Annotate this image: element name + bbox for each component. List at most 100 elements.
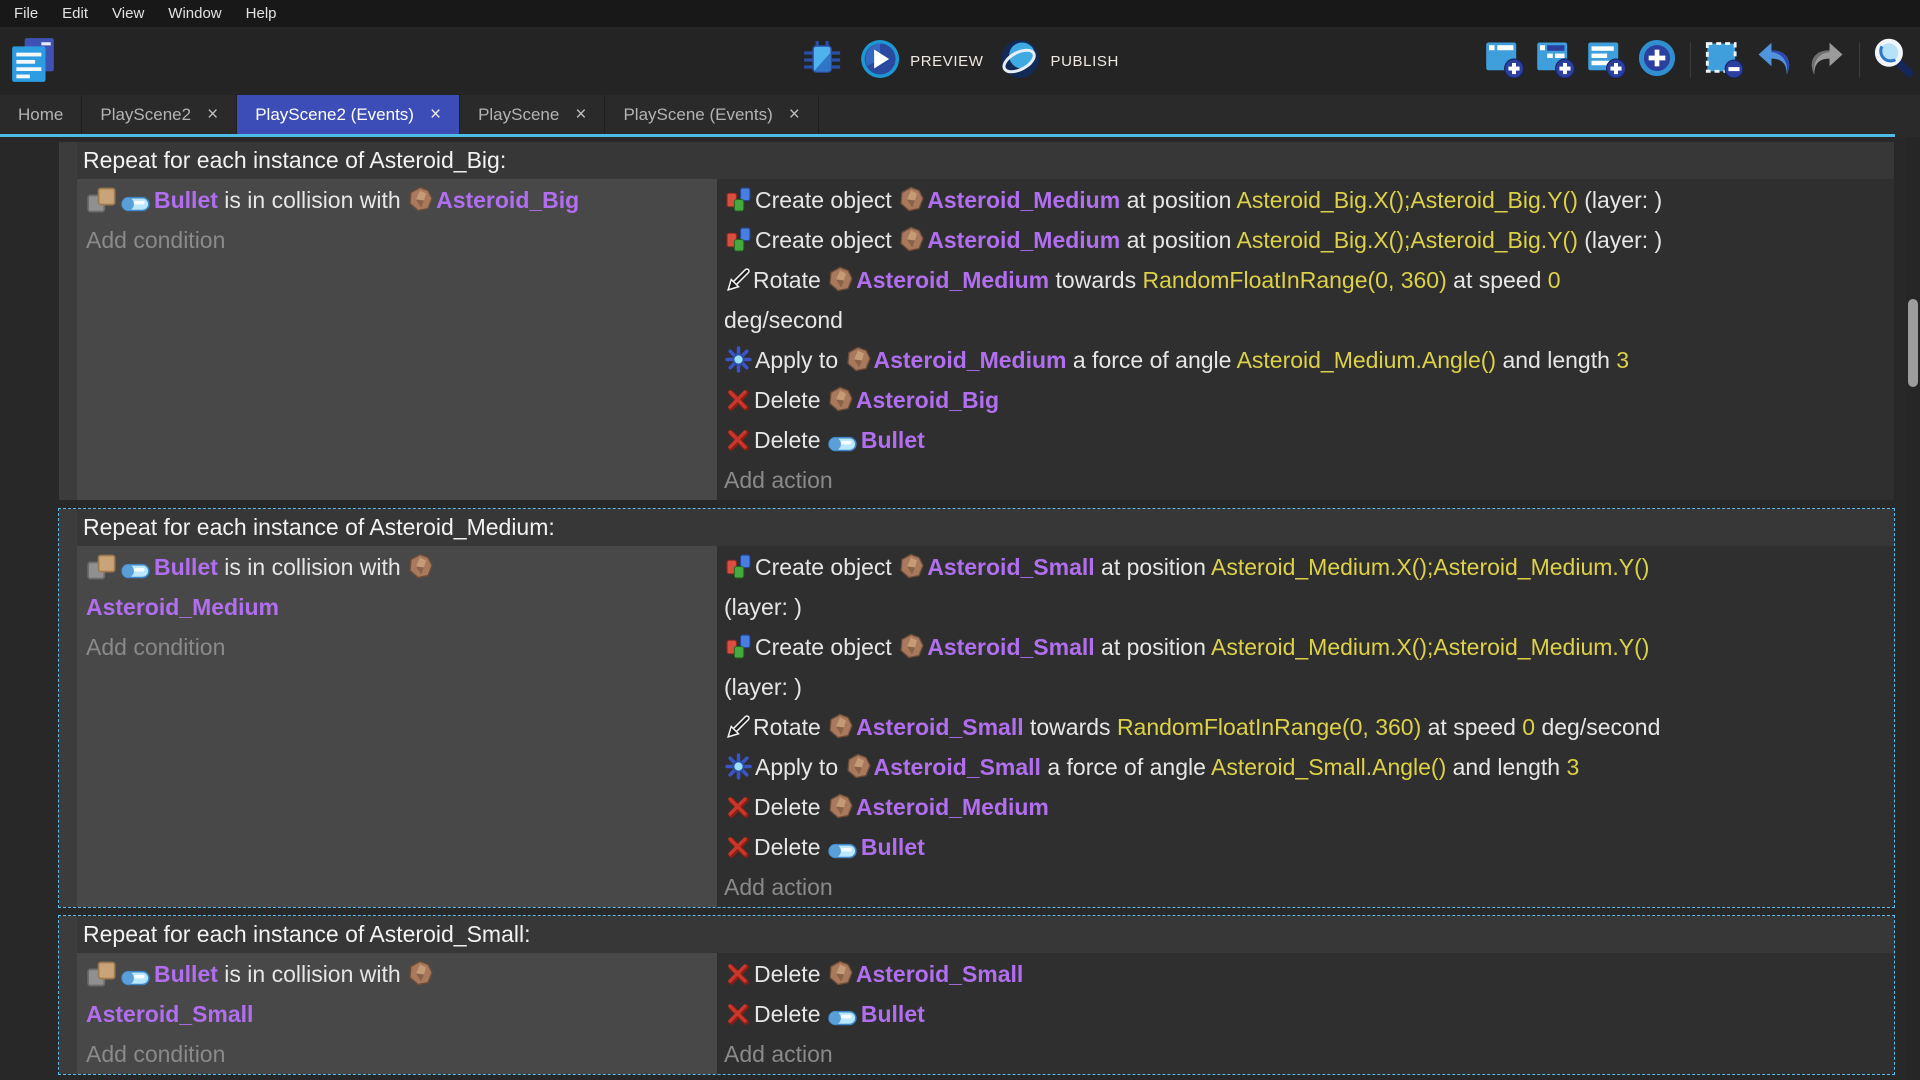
action-row[interactable]: Delete Bullet <box>717 420 1894 460</box>
event-block[interactable]: Repeat for each instance of Asteroid_Big… <box>58 141 1895 501</box>
event-drag-handle[interactable] <box>59 916 77 1074</box>
action-row[interactable]: Apply to Asteroid_Medium a force of angl… <box>717 340 1894 380</box>
action-row[interactable]: Create object Asteroid_Small at position… <box>717 627 1894 707</box>
event-drag-handle[interactable] <box>59 509 77 907</box>
menu-item-edit[interactable]: Edit <box>50 0 100 27</box>
event-body: Bullet is in collision with Asteroid_Sma… <box>77 953 1894 1074</box>
event-block[interactable]: Repeat for each instance of Asteroid_Sma… <box>58 915 1895 1075</box>
create-object-icon <box>725 633 752 660</box>
sentence-text: Delete <box>754 427 827 453</box>
redo-button[interactable] <box>1805 39 1847 81</box>
expression-parameter: 0 <box>1548 267 1561 293</box>
tab-close-icon[interactable]: × <box>789 105 800 124</box>
action-row[interactable]: Delete Bullet <box>717 994 1894 1034</box>
preview-button[interactable]: PREVIEW <box>859 38 983 85</box>
sentence-text: Delete <box>754 1001 827 1027</box>
collision-icon <box>87 187 117 213</box>
tab-home[interactable]: Home <box>0 95 82 134</box>
project-manager-button[interactable] <box>8 35 58 87</box>
sentence-text: (layer: ) <box>1578 187 1662 213</box>
sentence-text: deg/second <box>724 307 843 333</box>
action-row[interactable]: Rotate Asteroid_Small towards RandomFloa… <box>717 707 1894 747</box>
add-action-link[interactable]: Add action <box>717 867 1894 907</box>
event-drag-handle[interactable] <box>59 142 77 500</box>
asteroid-icon <box>408 186 433 213</box>
add-subevent-button[interactable] <box>1534 39 1576 81</box>
tab-playscene[interactable]: PlayScene× <box>460 95 605 134</box>
action-row[interactable]: Delete Asteroid_Medium <box>717 787 1894 827</box>
add-event-button[interactable] <box>1483 39 1525 81</box>
expression-parameter: 3 <box>1616 347 1629 373</box>
event-content: Repeat for each instance of Asteroid_Sma… <box>77 916 1894 1074</box>
action-row[interactable]: Delete Asteroid_Big <box>717 380 1894 420</box>
menu-item-view[interactable]: View <box>100 0 156 27</box>
asteroid-icon <box>828 386 853 413</box>
object-name: Asteroid_Small <box>874 754 1041 780</box>
action-row[interactable]: Create object Asteroid_Medium at positio… <box>717 180 1894 220</box>
vertical-scrollbar[interactable] <box>1906 137 1920 1080</box>
rotate-icon <box>725 715 750 740</box>
tab-playscene2-events[interactable]: PlayScene2 (Events)× <box>237 95 460 134</box>
undo-button[interactable] <box>1754 39 1796 81</box>
sentence-text: is in collision with <box>218 554 407 580</box>
tab-playscene2[interactable]: PlayScene2× <box>82 95 237 134</box>
delete-icon <box>725 834 751 860</box>
asteroid-icon <box>828 713 853 740</box>
tab-playscene-events[interactable]: PlayScene (Events)× <box>605 95 818 134</box>
toolbar-separator <box>1859 42 1860 78</box>
add-circle-icon <box>1637 38 1677 83</box>
event-block[interactable]: Repeat for each instance of Asteroid_Med… <box>58 508 1895 908</box>
add-comment-button[interactable] <box>1585 39 1627 81</box>
add-condition-link[interactable]: Add condition <box>77 1034 717 1074</box>
actions-column: Delete Asteroid_SmallDelete BulletAdd ac… <box>717 953 1894 1074</box>
action-row[interactable]: Delete Bullet <box>717 827 1894 867</box>
add-condition-link[interactable]: Add condition <box>77 627 717 667</box>
publish-button[interactable]: PUBLISH <box>1000 38 1119 85</box>
add-action-link[interactable]: Add action <box>717 460 1894 500</box>
select-remove-button[interactable] <box>1703 39 1745 81</box>
menu-item-window[interactable]: Window <box>156 0 233 27</box>
search-button[interactable] <box>1872 39 1914 81</box>
scrollbar-thumb[interactable] <box>1908 299 1918 387</box>
search-icon <box>1872 37 1914 84</box>
bullet-icon <box>828 433 858 453</box>
tab-close-icon[interactable]: × <box>207 105 218 124</box>
add-circle-button[interactable] <box>1636 39 1678 81</box>
bullet-icon <box>121 193 151 213</box>
condition-row[interactable]: Bullet is in collision with Asteroid_Sma… <box>77 954 717 1034</box>
action-row[interactable]: Rotate Asteroid_Medium towards RandomFlo… <box>717 260 1894 340</box>
expression-parameter: RandomFloatInRange(0, 360) <box>1142 267 1446 293</box>
menu-item-help[interactable]: Help <box>234 0 289 27</box>
select-remove-icon <box>1704 38 1744 83</box>
action-row[interactable]: Create object Asteroid_Medium at positio… <box>717 220 1894 260</box>
tab-close-icon[interactable]: × <box>575 105 586 124</box>
actions-column: Create object Asteroid_Small at position… <box>717 546 1894 907</box>
add-condition-link[interactable]: Add condition <box>77 220 717 260</box>
add-action-link[interactable]: Add action <box>717 1034 1894 1074</box>
asteroid-icon <box>899 186 924 213</box>
debug-button[interactable] <box>801 40 843 82</box>
object-name: Asteroid_Medium <box>927 187 1120 213</box>
asteroid-icon <box>408 960 433 987</box>
menu-bar: FileEditViewWindowHelp <box>0 0 1920 27</box>
events-sheet: Repeat for each instance of Asteroid_Big… <box>0 137 1920 1080</box>
menu-item-file[interactable]: File <box>2 0 50 27</box>
action-row[interactable]: Apply to Asteroid_Small a force of angle… <box>717 747 1894 787</box>
event-header[interactable]: Repeat for each instance of Asteroid_Big… <box>77 142 1894 179</box>
action-row[interactable]: Create object Asteroid_Small at position… <box>717 547 1894 627</box>
sentence-text: is in collision with <box>218 187 407 213</box>
sentence-text: (layer: ) <box>1578 227 1662 253</box>
action-row[interactable]: Delete Asteroid_Small <box>717 954 1894 994</box>
event-header[interactable]: Repeat for each instance of Asteroid_Sma… <box>77 916 1894 953</box>
condition-row[interactable]: Bullet is in collision with Asteroid_Big <box>77 180 717 220</box>
object-name: Asteroid_Medium <box>86 594 279 620</box>
asteroid-icon <box>828 793 853 820</box>
tab-close-icon[interactable]: × <box>430 105 441 124</box>
preview-play-icon <box>859 38 901 85</box>
force-icon <box>725 753 752 780</box>
create-object-icon <box>725 553 752 580</box>
event-header[interactable]: Repeat for each instance of Asteroid_Med… <box>77 509 1894 546</box>
sentence-text: Delete <box>754 387 827 413</box>
sentence-text: a force of angle <box>1041 754 1211 780</box>
condition-row[interactable]: Bullet is in collision with Asteroid_Med… <box>77 547 717 627</box>
